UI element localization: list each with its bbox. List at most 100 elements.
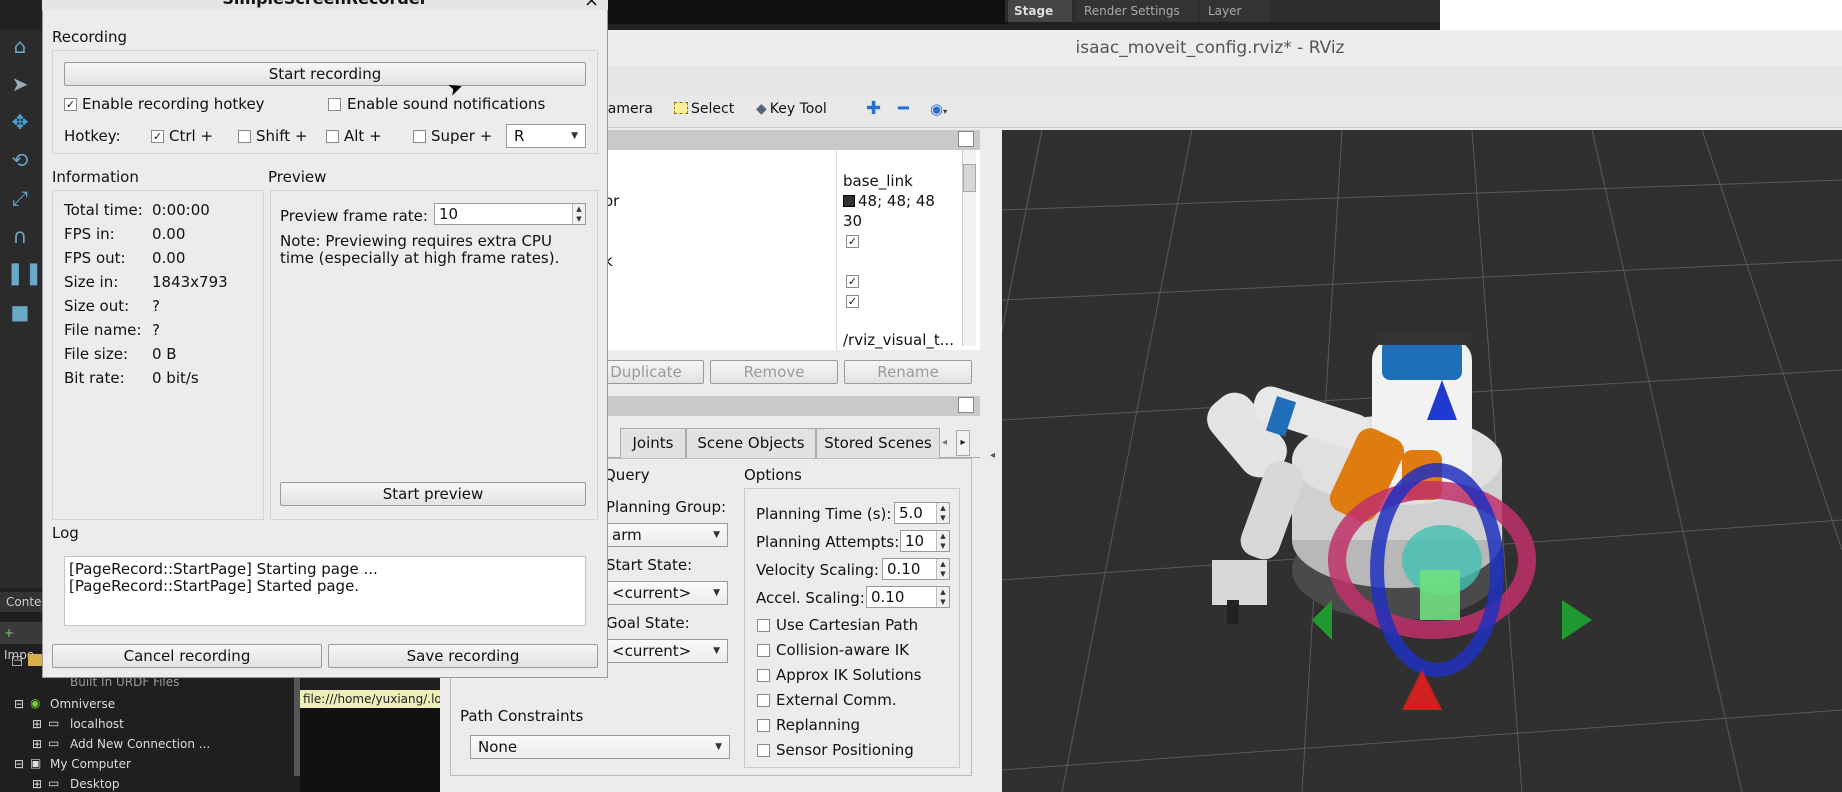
tab-stage[interactable]: Stage xyxy=(1008,0,1072,22)
splitter-handle-icon[interactable]: ◂ xyxy=(990,450,995,461)
enable-hotkey-checkbox[interactable]: ✓ xyxy=(64,98,77,111)
log-line: [PageRecord::StartPage] Starting page ..… xyxy=(69,560,378,578)
super-checkbox[interactable] xyxy=(413,130,426,143)
alt-checkbox[interactable] xyxy=(326,130,339,143)
path-constraints-label: Path Constraints xyxy=(460,707,584,725)
tab-joints[interactable]: Joints xyxy=(620,428,686,458)
tree-item-omniverse[interactable]: Omniverse xyxy=(50,697,115,711)
external-comm-label: External Comm. xyxy=(776,691,897,709)
start-state-combo[interactable]: <current> ▼ xyxy=(604,581,728,605)
tree-expand-icon[interactable]: ⊟ xyxy=(14,697,24,711)
start-recording-button[interactable]: Start recording xyxy=(64,62,586,86)
collision-aware-label: Collision-aware IK xyxy=(776,641,909,659)
motion-panel-close[interactable] xyxy=(958,397,974,413)
spin-arrows-icon[interactable]: ▲ ▼ xyxy=(936,503,949,523)
tab-scroll-left-icon[interactable]: ◂ xyxy=(942,432,954,454)
tree-expand-icon[interactable]: ⊞ xyxy=(32,717,42,731)
displays-panel-close[interactable] xyxy=(958,131,974,147)
tree-collapse-icon[interactable]: − xyxy=(12,656,22,666)
accel-scaling-spinbox[interactable]: 0.10 ▲ ▼ xyxy=(866,586,950,608)
rviz-title: isaac_moveit_config.rviz* - RViz xyxy=(1075,38,1345,58)
rviz-3d-viewport[interactable] xyxy=(1002,130,1842,792)
enable-sound-checkbox[interactable] xyxy=(328,98,341,111)
shift-checkbox[interactable] xyxy=(238,130,251,143)
tree-expand-icon[interactable]: ⊞ xyxy=(32,737,42,751)
display-checkbox-3[interactable]: ✓ xyxy=(846,295,859,308)
rotate-tool-icon[interactable]: ⟲ xyxy=(6,146,34,174)
planning-group-combo[interactable]: arm ▼ xyxy=(604,523,728,547)
display-checkbox-1[interactable]: ✓ xyxy=(846,235,859,248)
select-tool-label: Select xyxy=(691,101,735,117)
cancel-recording-button[interactable]: Cancel recording xyxy=(52,644,322,668)
sensor-positioning-label: Sensor Positioning xyxy=(776,741,914,759)
select-tool[interactable]: Select xyxy=(674,101,734,117)
preview-frame-rate-spinbox[interactable]: 10 ▲ ▼ xyxy=(434,203,586,225)
tree-item-desktop[interactable]: Desktop xyxy=(70,777,120,791)
info-total-time-value: 0:00:00 xyxy=(152,201,210,219)
import-button[interactable]: + Impo xyxy=(0,622,42,662)
select-arrow-icon[interactable]: ➤ xyxy=(6,70,34,98)
spin-arrows-icon[interactable]: ▲ ▼ xyxy=(936,531,949,551)
goal-state-combo[interactable]: <current> ▼ xyxy=(604,639,728,663)
add-tool-icon[interactable]: ✚ xyxy=(866,98,881,119)
info-fps-out-label: FPS out: xyxy=(64,249,126,267)
sensor-positioning-checkbox[interactable] xyxy=(757,744,770,757)
tab-scroll-right-icon[interactable]: ▸ xyxy=(956,430,970,456)
tree-expand-icon[interactable]: ⊟ xyxy=(14,757,24,771)
scale-tool-icon[interactable]: ⤢ xyxy=(6,184,34,212)
tree-item-add-connection[interactable]: Add New Connection ... xyxy=(70,737,210,751)
spin-arrows-icon[interactable]: ▲ ▼ xyxy=(936,587,949,607)
ssr-title: SimpleScreenRecorder xyxy=(42,0,608,8)
save-recording-button[interactable]: Save recording xyxy=(328,644,598,668)
tab-layer[interactable]: Layer xyxy=(1200,0,1270,22)
camera-tool-icon[interactable]: ⌂ xyxy=(6,32,34,60)
preview-group-label: Preview xyxy=(268,168,327,186)
replanning-checkbox[interactable] xyxy=(757,719,770,732)
fixed-frame-value[interactable]: base_link xyxy=(843,172,913,190)
log-box[interactable]: [PageRecord::StartPage] Starting page ..… xyxy=(64,556,586,626)
recording-group-label: Recording xyxy=(52,28,128,46)
collision-aware-checkbox[interactable] xyxy=(757,644,770,657)
pause-icon[interactable]: ❚❚ xyxy=(6,260,43,288)
background-color-value[interactable]: 48; 48; 48 xyxy=(843,192,935,210)
displays-tree xyxy=(600,150,980,350)
spin-arrows-icon[interactable]: ▲ ▼ xyxy=(936,559,949,579)
displays-scroll-thumb[interactable] xyxy=(963,164,976,192)
frame-rate-value[interactable]: 30 xyxy=(843,212,862,230)
close-icon[interactable]: × xyxy=(584,0,599,10)
external-comm-checkbox[interactable] xyxy=(757,694,770,707)
rename-button[interactable]: Rename xyxy=(844,360,972,384)
spin-arrows-icon[interactable]: ▲ ▼ xyxy=(572,204,585,224)
display-checkbox-2[interactable]: ✓ xyxy=(846,275,859,288)
use-cartesian-checkbox[interactable] xyxy=(757,619,770,632)
tree-item-localhost[interactable]: localhost xyxy=(70,717,124,731)
info-size-in-label: Size in: xyxy=(64,273,119,291)
snap-icon[interactable]: ∩ xyxy=(6,222,34,250)
tab-render-settings[interactable]: Render Settings xyxy=(1076,0,1198,22)
tree-item-my-computer[interactable]: My Computer xyxy=(50,757,131,771)
key-tool[interactable]: ◆ Key Tool xyxy=(756,101,827,117)
hotkey-key-combo[interactable]: R ▼ xyxy=(506,124,586,148)
remove-button[interactable]: Remove xyxy=(710,360,838,384)
move-tool-icon[interactable]: ✥ xyxy=(6,108,34,136)
stop-icon[interactable]: ■ xyxy=(6,298,34,326)
enable-hotkey-label: Enable recording hotkey xyxy=(82,95,265,113)
planning-time-spinbox[interactable]: 5.0 ▲ ▼ xyxy=(894,502,950,524)
ctrl-checkbox[interactable]: ✓ xyxy=(151,130,164,143)
path-constraints-combo[interactable]: None ▼ xyxy=(470,735,730,759)
tree-expand-icon[interactable]: ⊞ xyxy=(32,777,42,791)
tab-scene-objects[interactable]: Scene Objects xyxy=(686,428,816,458)
view-eye-icon[interactable]: ◉▾ xyxy=(930,100,947,118)
robot-model xyxy=(1207,330,1592,710)
content-tab[interactable]: Conte xyxy=(0,592,42,612)
tab-stored-scenes[interactable]: Stored Scenes xyxy=(816,428,940,458)
remove-tool-icon[interactable]: ━ xyxy=(898,98,909,119)
rviz-menubar xyxy=(440,66,1842,94)
velocity-scaling-value: 0.10 xyxy=(887,560,921,578)
approx-ik-checkbox[interactable] xyxy=(757,669,770,682)
marker-topic-value[interactable]: /rviz_visual_t... xyxy=(843,331,954,349)
planning-attempts-spinbox[interactable]: 10 ▲ ▼ xyxy=(900,530,950,552)
velocity-scaling-spinbox[interactable]: 0.10 ▲ ▼ xyxy=(882,558,950,580)
start-preview-button[interactable]: Start preview xyxy=(280,482,586,506)
displays-scrollbar[interactable] xyxy=(962,150,976,346)
